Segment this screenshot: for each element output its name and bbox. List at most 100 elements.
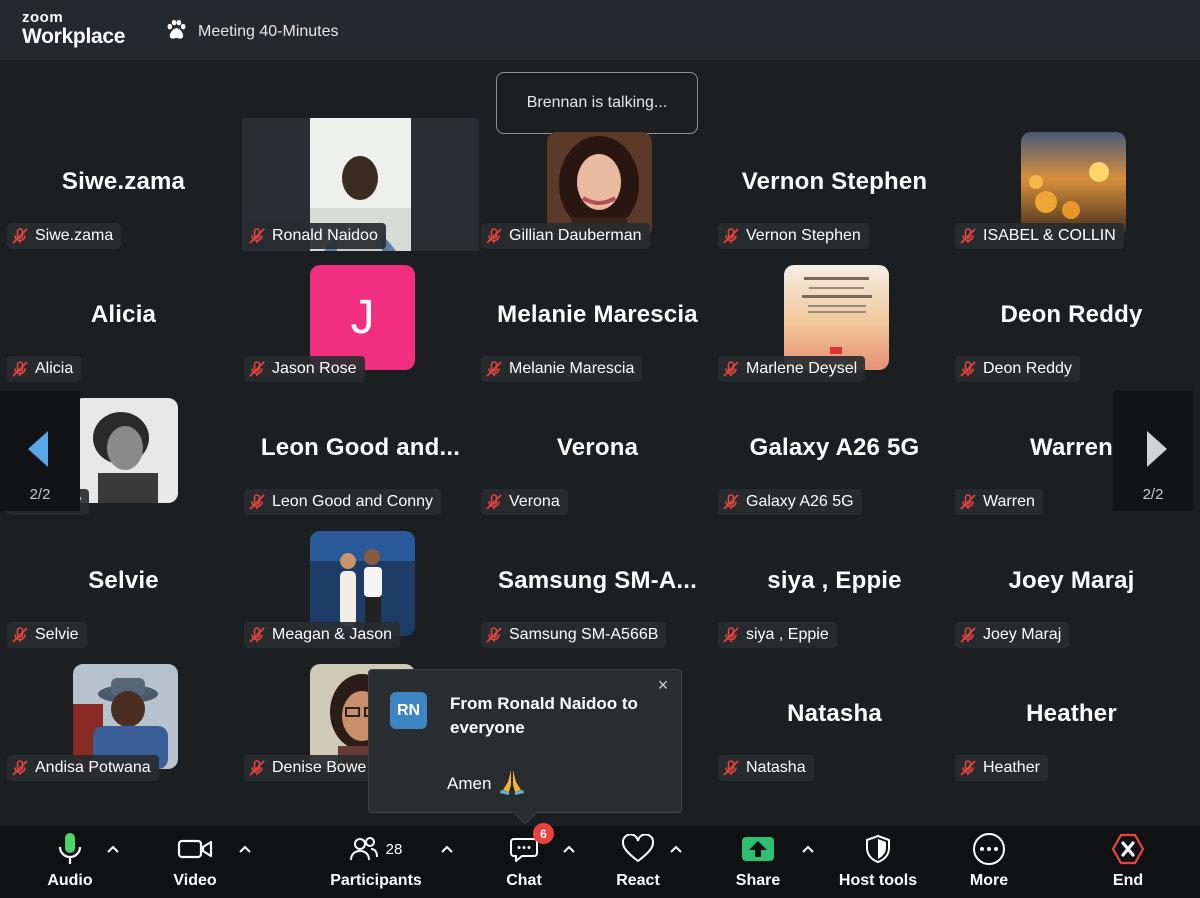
participant-name-text: siya , Eppie — [746, 626, 829, 643]
participant-tile[interactable]: Siwe.zama Siwe.zama — [5, 118, 242, 251]
participant-tile[interactable]: siya , Eppie siya , Eppie — [716, 517, 953, 650]
chat-options-caret-icon[interactable] — [562, 843, 576, 857]
participant-name-label: Meagan & Jason — [244, 622, 401, 648]
participant-display-name: Melanie Marescia — [497, 301, 698, 328]
chevron-right-icon — [1147, 431, 1167, 467]
microphone-muted-icon — [485, 360, 503, 378]
paw-icon — [165, 18, 188, 46]
participant-tile[interactable]: Melanie Marescia Melanie Marescia — [479, 251, 716, 384]
participant-name-label: Joey Maraj — [955, 622, 1070, 648]
participants-options-caret-icon[interactable] — [440, 843, 454, 857]
previous-page-button[interactable]: 2/2 — [0, 391, 80, 511]
participant-tile[interactable]: Meagan & Jason — [242, 517, 479, 650]
praying-hands-icon — [497, 766, 527, 801]
participant-name-label: Denise Bowe — [244, 755, 375, 781]
chat-unread-badge: 6 — [533, 823, 554, 844]
microphone-muted-icon — [722, 626, 740, 644]
chat-sender-line: From Ronald Naidoo to everyone — [450, 694, 638, 737]
participant-tile[interactable]: Selvie Selvie — [5, 517, 242, 650]
participant-name-label: Marlene Deysel — [718, 356, 866, 382]
audio-button[interactable]: Audio — [40, 826, 100, 898]
next-page-button[interactable]: 2/2 — [1113, 391, 1193, 511]
react-button[interactable]: React — [614, 826, 662, 898]
participant-name-label: Natasha — [718, 755, 814, 781]
meeting-toolbar: Audio Video 28 Participants 6 Chat React — [0, 823, 1200, 898]
chevron-left-icon — [28, 431, 48, 467]
microphone-muted-icon — [11, 227, 29, 245]
participant-name-text: Joey Maraj — [983, 626, 1062, 643]
host-tools-button[interactable]: Host tools — [836, 826, 920, 898]
participant-tile[interactable]: J Jason Rose — [242, 251, 479, 384]
chat-notification[interactable]: RN From Ronald Naidoo to everyone Amen × — [368, 669, 682, 825]
chat-button[interactable]: 6 Chat — [500, 823, 554, 898]
participant-name-label: Selvie — [7, 622, 87, 648]
participant-tile[interactable]: Deon Reddy Deon Reddy — [953, 251, 1190, 384]
participant-tile[interactable]: Verona Verona — [479, 384, 716, 517]
participant-display-name: Natasha — [787, 700, 882, 727]
participant-name-text: Alicia — [35, 360, 74, 377]
participant-tile[interactable]: Heather Heather — [953, 650, 1190, 783]
microphone-muted-icon — [722, 759, 740, 777]
participant-tile[interactable]: Galaxy A26 5G Galaxy A26 5G — [716, 384, 953, 517]
participant-tile[interactable]: Ronald Naidoo — [242, 118, 479, 251]
audio-options-caret-icon[interactable] — [106, 843, 120, 857]
microphone-muted-icon — [248, 626, 266, 644]
microphone-muted-icon — [959, 493, 977, 511]
react-options-caret-icon[interactable] — [669, 843, 683, 857]
heart-icon — [621, 826, 655, 872]
microphone-muted-icon — [722, 227, 740, 245]
participant-tile[interactable]: Joey Maraj Joey Maraj — [953, 517, 1190, 650]
participant-avatar-photo — [73, 398, 178, 503]
end-meeting-button[interactable]: End — [1104, 826, 1152, 898]
meeting-title: Meeting 40-Minutes — [198, 23, 339, 40]
participant-tile[interactable]: Natasha Natasha — [716, 650, 953, 783]
microphone-muted-icon — [248, 759, 266, 777]
participant-display-name: Vernon Stephen — [741, 168, 928, 195]
video-options-caret-icon[interactable] — [238, 843, 252, 857]
participant-tile[interactable]: Gillian Dauberman — [479, 118, 716, 251]
participant-tile[interactable]: Samsung SM-A... Samsung SM-A566B — [479, 517, 716, 650]
end-icon — [1111, 826, 1145, 872]
participant-tile[interactable]: Leon Good and... Leon Good and Conny — [242, 384, 479, 517]
chat-icon-wrap: 6 — [510, 823, 554, 872]
end-label: End — [1112, 872, 1144, 889]
react-label: React — [616, 872, 660, 889]
more-button[interactable]: More — [963, 826, 1015, 898]
participant-name-text: Leon Good and Conny — [272, 493, 434, 510]
participants-icon — [349, 837, 378, 861]
participants-button[interactable]: 28 Participants — [330, 826, 422, 898]
participant-name-text: ISABEL & COLLIN — [983, 227, 1116, 244]
microphone-muted-icon — [11, 626, 29, 644]
participant-tile[interactable]: Vernon Stephen Vernon Stephen — [716, 118, 953, 251]
participant-name-label: Deon Reddy — [955, 356, 1080, 382]
chat-label: Chat — [506, 872, 542, 889]
video-button[interactable]: Video — [165, 826, 225, 898]
participant-display-name: Deon Reddy — [1000, 301, 1143, 328]
participant-display-name: Heather — [1026, 700, 1117, 727]
video-camera-icon — [177, 826, 213, 872]
participant-name-text: Gillian Dauberman — [509, 227, 642, 244]
participant-name-label: Samsung SM-A566B — [481, 622, 667, 648]
participant-name-text: Siwe.zama — [35, 227, 114, 244]
participant-name-text: Natasha — [746, 759, 806, 776]
more-dots-icon — [972, 826, 1006, 872]
microphone-muted-icon — [248, 493, 266, 511]
share-button[interactable]: Share — [733, 826, 783, 898]
participant-name-label: Verona — [481, 489, 568, 515]
meeting-title-area[interactable]: Meeting 40-Minutes — [165, 18, 339, 46]
participant-tile[interactable]: Alicia Alicia — [5, 251, 242, 384]
participant-name-label: Andisa Potwana — [7, 755, 159, 781]
participant-name-label: Galaxy A26 5G — [718, 489, 862, 515]
participant-display-name: Verona — [556, 434, 639, 461]
share-options-caret-icon[interactable] — [801, 843, 815, 857]
microphone-muted-icon — [959, 227, 977, 245]
participant-avatar-letter: J — [310, 265, 415, 370]
participant-tile[interactable]: Marlene Deysel — [716, 251, 953, 384]
participant-name-label: Leon Good and Conny — [244, 489, 442, 515]
close-icon: × — [657, 674, 669, 695]
participant-display-name: Joey Maraj — [1008, 567, 1135, 594]
close-notification-button[interactable]: × — [653, 675, 673, 695]
participant-tile[interactable]: ISABEL & COLLIN — [953, 118, 1190, 251]
participant-name-text: Meagan & Jason — [272, 626, 393, 643]
participant-tile[interactable]: Andisa Potwana — [5, 650, 242, 783]
